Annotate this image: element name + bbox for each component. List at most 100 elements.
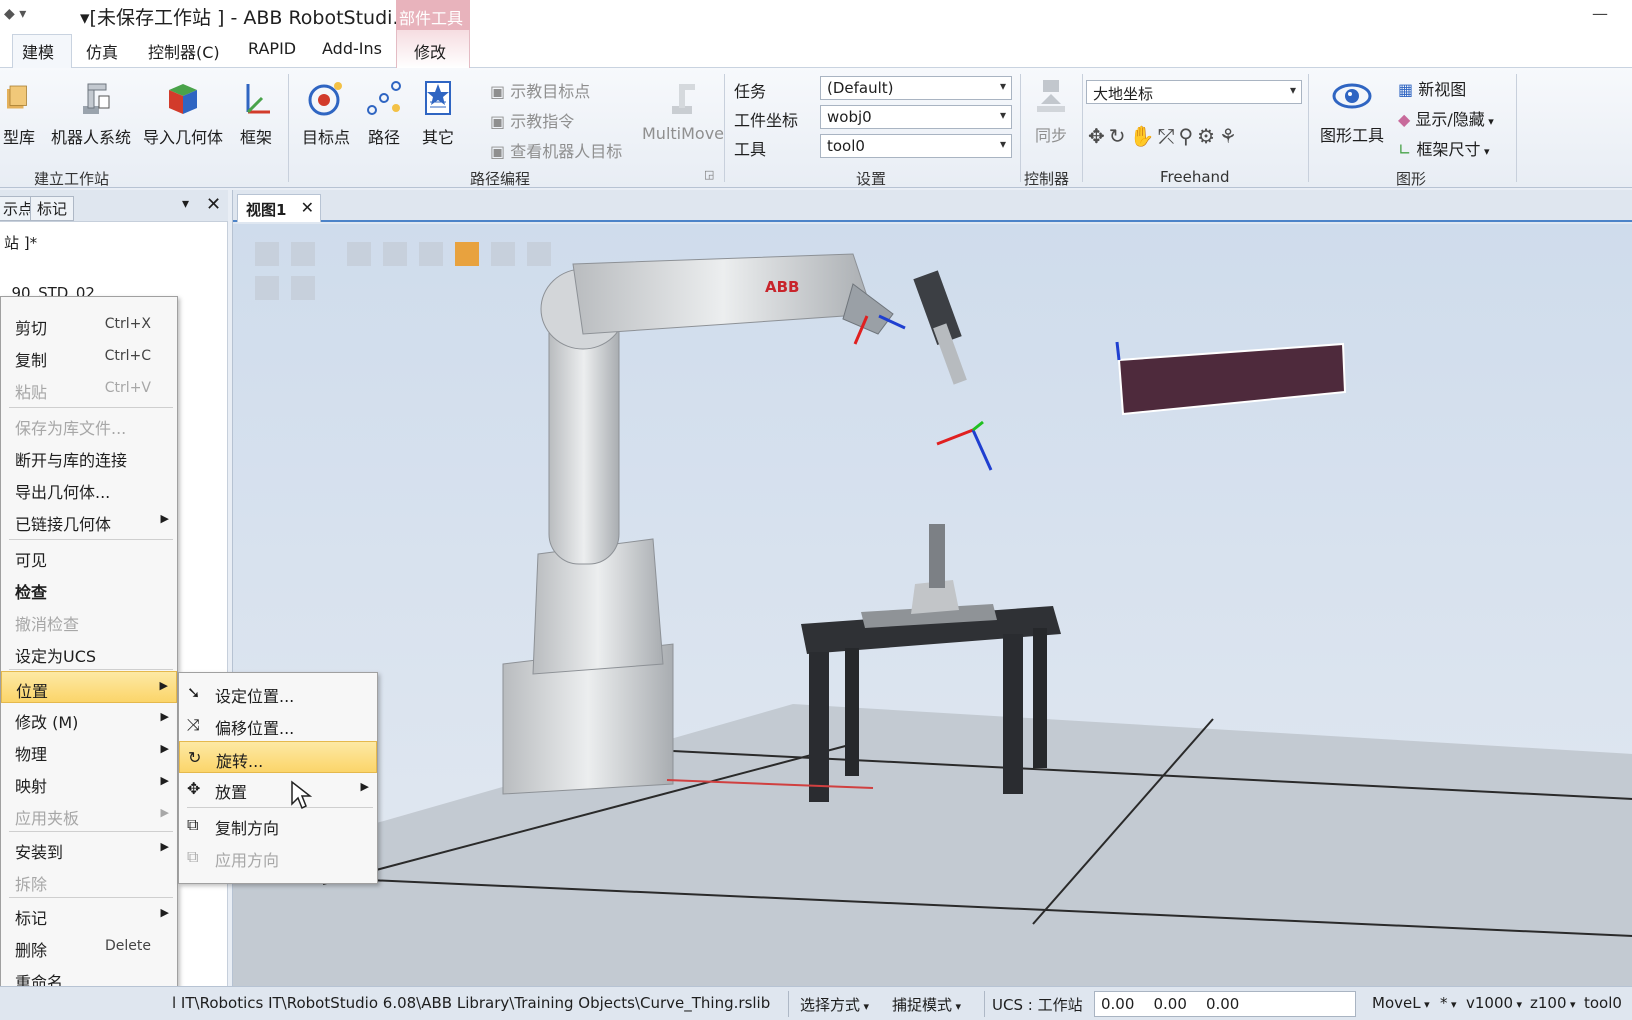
jog-reorient-icon[interactable]: ⚲: [1178, 124, 1197, 148]
stop-icon[interactable]: [291, 276, 315, 300]
play-icon[interactable]: [255, 276, 279, 300]
zone-dropdown[interactable]: z100 ▾: [1530, 994, 1576, 1012]
menu-item-disconnect-library[interactable]: 断开与库的连接: [1, 441, 177, 473]
close-icon[interactable]: ✕: [206, 194, 221, 215]
view-tool-icon[interactable]: [291, 242, 315, 266]
target-button[interactable]: 目标点: [300, 78, 352, 148]
motion-type-dropdown[interactable]: * ▾: [1440, 994, 1457, 1012]
menu-item-detach[interactable]: 拆除: [1, 865, 177, 897]
view-tool-icon[interactable]: [347, 242, 371, 266]
move-icon[interactable]: ✥: [1088, 124, 1109, 148]
snap-mode-dropdown[interactable]: 捕捉模式 ▾: [892, 994, 961, 1015]
group-separator: [1020, 74, 1021, 182]
teach-target-button[interactable]: ▣ 示教目标点: [490, 78, 590, 102]
dialog-launcher-icon[interactable]: ◲: [704, 168, 714, 181]
submenu-item-set-position[interactable]: ➘ 设定位置...: [179, 677, 377, 709]
snap-object-icon[interactable]: [455, 242, 479, 266]
new-view-icon: ▦: [1398, 80, 1419, 99]
tab-addins[interactable]: Add-Ins: [322, 39, 382, 58]
menu-item-physics[interactable]: 物理 ▶: [1, 735, 177, 767]
view-tab[interactable]: 视图1 ✕: [237, 194, 321, 222]
multimove-button[interactable]: MultiMove: [642, 78, 724, 143]
frame-size-button[interactable]: ∟ 框架尺寸 ▾: [1398, 136, 1490, 160]
menu-item-linked-geometry[interactable]: 已链接几何体 ▶: [1, 505, 177, 537]
coordinate-readout: 0.00 0.00 0.00: [1094, 991, 1356, 1017]
show-hide-button[interactable]: ◆ 显示/隐藏 ▾: [1398, 106, 1494, 130]
view-robot-target-button[interactable]: ▣ 查看机器人目标: [490, 138, 622, 162]
task-combo[interactable]: (Default): [820, 76, 1012, 100]
menu-item-set-ucs[interactable]: 设定为UCS: [1, 637, 177, 669]
group-label-graphics: 图形: [1396, 170, 1427, 188]
teach-instruction-button[interactable]: ▣ 示教指令: [490, 108, 574, 132]
menu-item-attach-to[interactable]: 安装到 ▶: [1, 833, 177, 865]
sync-button[interactable]: 同步: [1026, 76, 1076, 146]
submenu-item-place[interactable]: ✥ 放置 ▶: [179, 773, 377, 805]
path-button[interactable]: 路径: [362, 78, 406, 148]
menu-item-modify[interactable]: 修改 (M) ▶: [1, 703, 177, 735]
instruction-dropdown[interactable]: MoveL ▾: [1372, 994, 1430, 1012]
mechanism-icon[interactable]: ⚙: [1197, 124, 1219, 148]
jog-joint-icon[interactable]: ✋: [1130, 124, 1159, 148]
submenu-item-copy-orientation[interactable]: ⧉ 复制方向: [179, 809, 377, 841]
robot-system-button[interactable]: 机器人系统: [44, 78, 138, 148]
document-star-icon: [425, 81, 451, 115]
panel-dropdown-icon[interactable]: ▾: [182, 196, 189, 212]
3d-scene[interactable]: ABB: [233, 224, 1632, 986]
position-submenu: ➘ 设定位置... ⤨ 偏移位置... ↻ 旋转... ✥ 放置 ▶ ⧉ 复制方向 ⧉ 应用方…: [178, 672, 378, 884]
view-tool-icon[interactable]: [383, 242, 407, 266]
menu-item-cut[interactable]: 剪切 Ctrl+X: [1, 309, 177, 341]
group-separator: [724, 74, 725, 182]
tab-simulation[interactable]: 仿真: [86, 39, 118, 63]
multimove-icon: [672, 84, 695, 114]
speed-dropdown[interactable]: v1000 ▾: [1466, 994, 1522, 1012]
tab-modeling[interactable]: 建模: [22, 39, 54, 63]
frame-size-icon: ∟: [1398, 140, 1417, 159]
tree-item-station[interactable]: 站 ]*: [4, 232, 37, 253]
freehand-tools[interactable]: ✥↻✋⤱⚲⚙⚘: [1088, 124, 1241, 148]
close-icon[interactable]: ✕: [301, 198, 314, 217]
panel-tab-markers[interactable]: 标记: [30, 196, 75, 221]
multi-robot-icon[interactable]: ⚘: [1219, 124, 1241, 148]
menu-item-mirror[interactable]: 映射 ▶: [1, 767, 177, 799]
graphics-tools-button[interactable]: 图形工具: [1310, 76, 1394, 146]
other-button[interactable]: 其它: [416, 78, 460, 148]
submenu-item-offset-position[interactable]: ⤨ 偏移位置...: [179, 709, 377, 741]
tool-combo[interactable]: tool0: [820, 134, 1012, 158]
menu-item-apply-fixture[interactable]: 应用夹板 ▶: [1, 799, 177, 831]
reference-frame-combo[interactable]: 大地坐标: [1086, 80, 1302, 104]
view-tool-icon[interactable]: [419, 242, 443, 266]
menu-item-export-geometry[interactable]: 导出几何体...: [1, 473, 177, 505]
import-geometry-button[interactable]: 导入几何体: [140, 78, 226, 148]
minimize-icon[interactable]: —: [1592, 4, 1608, 23]
teach-instruction-icon: ▣: [490, 112, 511, 131]
quick-access-icon[interactable]: ◆ ▾: [4, 6, 26, 22]
chevron-right-icon: ▶: [160, 774, 169, 787]
view-tool-icon[interactable]: [255, 242, 279, 266]
rotate-icon[interactable]: ↻: [1109, 124, 1130, 148]
menu-item-undo-inspect[interactable]: 撤消检查: [1, 605, 177, 637]
tab-rapid[interactable]: RAPID: [248, 39, 296, 58]
menu-item-copy[interactable]: 复制 Ctrl+C: [1, 341, 177, 373]
frame-button[interactable]: 框架: [234, 78, 278, 148]
new-view-button[interactable]: ▦ 新视图: [1398, 76, 1466, 100]
view-tool-icon[interactable]: [527, 242, 551, 266]
jog-linear-icon[interactable]: ⤱: [1158, 124, 1178, 148]
submenu-item-rotate[interactable]: ↻ 旋转...: [179, 741, 377, 773]
submenu-item-apply-orientation[interactable]: ⧉ 应用方向: [179, 841, 377, 873]
menu-item-save-as-library[interactable]: 保存为库文件...: [1, 409, 177, 441]
tab-controller[interactable]: 控制器(C): [148, 39, 220, 63]
menu-item-delete[interactable]: 删除 Delete: [1, 931, 177, 963]
model-library-button[interactable]: 型库: [0, 78, 38, 148]
mouse-cursor-icon: [291, 780, 312, 810]
menu-item-position[interactable]: 位置 ▶: [1, 671, 177, 703]
menu-item-marker[interactable]: 标记 ▶: [1, 899, 177, 931]
tab-modify[interactable]: 修改: [414, 39, 446, 63]
view-tool-icon[interactable]: [491, 242, 515, 266]
tool-dropdown[interactable]: tool0: [1584, 994, 1622, 1012]
menu-item-visible[interactable]: 可见: [1, 541, 177, 573]
menu-item-paste[interactable]: 粘贴 Ctrl+V: [1, 373, 177, 405]
viewport[interactable]: 视图1 ✕ ABB: [232, 190, 1632, 986]
selection-mode-dropdown[interactable]: 选择方式 ▾: [800, 994, 869, 1015]
menu-item-inspect[interactable]: 检查: [1, 573, 177, 605]
wobj-combo[interactable]: wobj0: [820, 105, 1012, 129]
